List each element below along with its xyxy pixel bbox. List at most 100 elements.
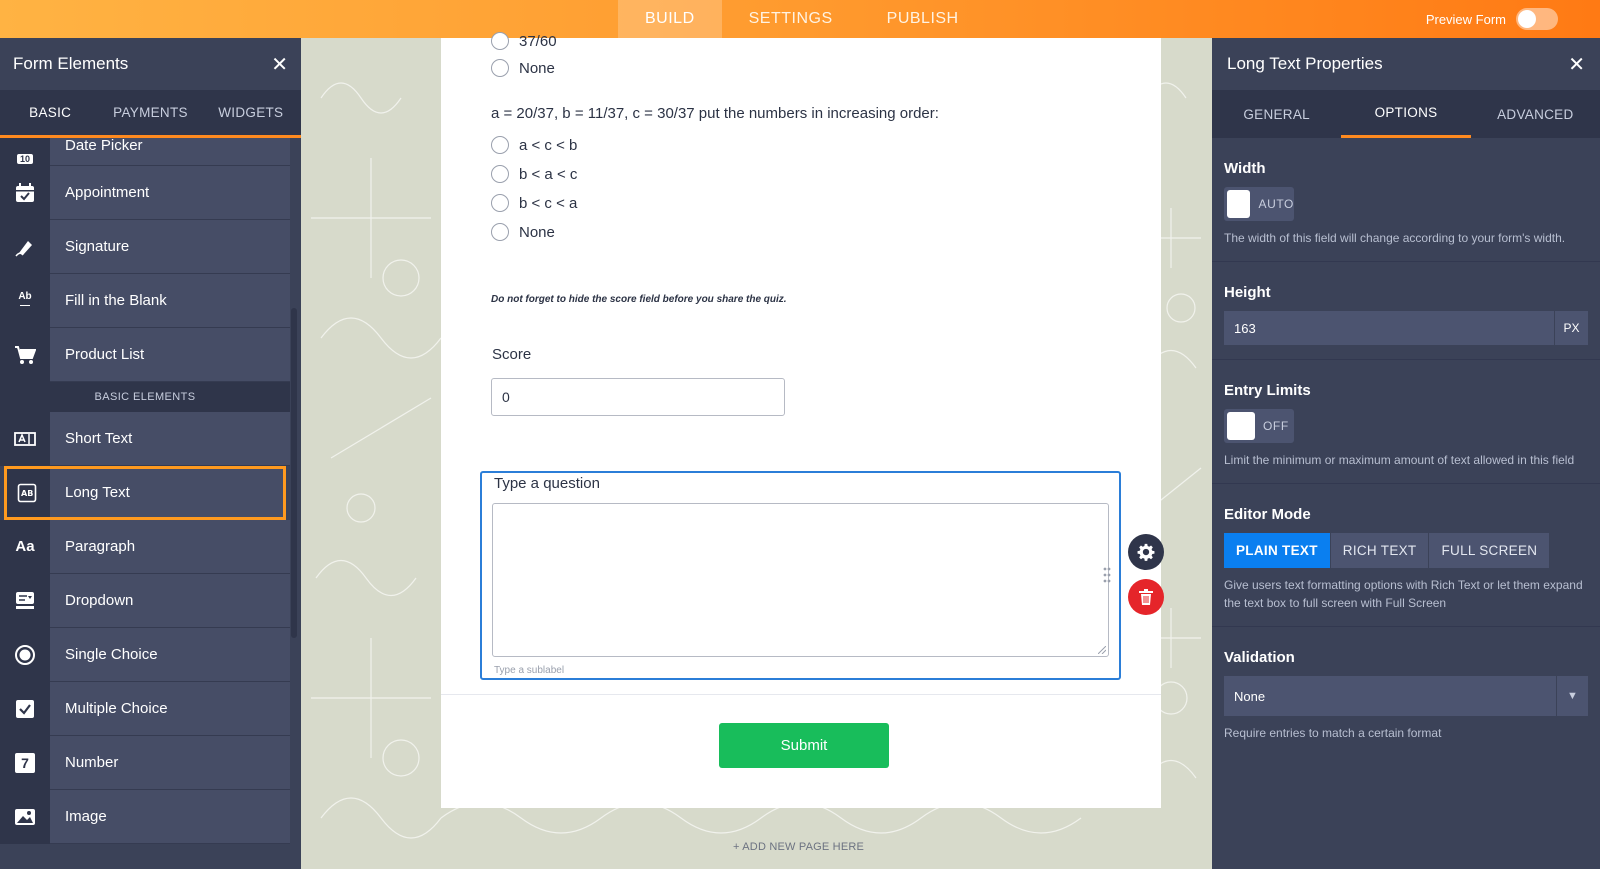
element-label: Image [65, 808, 107, 825]
element-number[interactable]: 7 Number [0, 735, 290, 790]
divider [441, 694, 1161, 695]
radio-button[interactable] [491, 194, 509, 212]
entry-limits-section: Entry Limits OFF Limit the minimum or ma… [1212, 360, 1600, 484]
form-elements-panel: Form Elements ✕ BASIC PAYMENTS WIDGETS 1… [0, 38, 301, 869]
element-signature[interactable]: Signature [0, 219, 290, 274]
tab-publish[interactable]: PUBLISH [860, 0, 986, 38]
image-icon [0, 789, 50, 844]
option-row[interactable]: 37/60 [491, 32, 557, 50]
element-appointment[interactable]: Appointment [0, 165, 290, 220]
panel-title: Form Elements [13, 54, 129, 73]
radio-button[interactable] [491, 165, 509, 183]
close-icon[interactable]: ✕ [1568, 52, 1585, 77]
single-choice-icon [0, 627, 50, 682]
submit-button[interactable]: Submit [719, 723, 889, 768]
short-text-icon [0, 411, 50, 466]
editor-mode-title: Editor Mode [1224, 506, 1311, 523]
delete-field-button[interactable] [1128, 579, 1164, 615]
option-label: b < a < c [519, 165, 578, 183]
element-label: Paragraph [65, 538, 136, 555]
editor-mode-rich-text[interactable]: RICH TEXT [1330, 533, 1430, 568]
element-paragraph[interactable]: Aa Paragraph [0, 519, 290, 574]
element-list-scrollbar[interactable] [291, 308, 297, 638]
multiple-choice-icon [0, 681, 50, 736]
number-icon: 7 [0, 735, 50, 790]
calendar-icon-glyph: 10 [16, 153, 33, 164]
validation-value: None [1224, 676, 1556, 716]
long-text-textarea[interactable] [492, 503, 1109, 657]
element-label: Multiple Choice [65, 700, 168, 717]
properties-tabs: GENERAL OPTIONS ADVANCED [1212, 90, 1600, 138]
option-label: b < c < a [519, 194, 578, 212]
height-section: Height 163 PX [1212, 262, 1600, 360]
add-new-page-link[interactable]: + ADD NEW PAGE HERE [733, 841, 864, 853]
element-product-list[interactable]: Product List [0, 327, 290, 382]
tab-options[interactable]: OPTIONS [1341, 90, 1471, 138]
validation-select[interactable]: None ▼ [1224, 676, 1588, 716]
element-label: Number [65, 754, 119, 771]
tab-build[interactable]: BUILD [618, 0, 722, 38]
resize-handle-icon[interactable] [1098, 646, 1106, 654]
tab-widgets[interactable]: WIDGETS [201, 90, 301, 135]
tab-payments[interactable]: PAYMENTS [100, 90, 200, 135]
option-row[interactable]: None [491, 59, 555, 77]
element-label: Short Text [65, 430, 133, 447]
element-label: Product List [65, 346, 145, 363]
long-text-question-label[interactable]: Type a question [494, 475, 600, 492]
editor-mode-options: PLAIN TEXT RICH TEXT FULL SCREEN [1224, 533, 1588, 568]
element-dropdown[interactable]: Dropdown [0, 573, 290, 628]
long-text-sublabel[interactable]: Type a sublabel [494, 665, 564, 676]
option-label: None [519, 59, 555, 77]
element-label: Dropdown [65, 592, 134, 609]
radio-button[interactable] [491, 223, 509, 241]
editor-mode-plain-text[interactable]: PLAIN TEXT [1224, 533, 1331, 568]
entry-limits-description: Limit the minimum or maximum amount of t… [1224, 453, 1575, 467]
element-tabs: BASIC PAYMENTS WIDGETS [0, 90, 301, 138]
tab-general[interactable]: GENERAL [1212, 90, 1341, 138]
gear-icon [1137, 543, 1155, 561]
radio-button[interactable] [491, 136, 509, 154]
element-date-picker[interactable]: 10 Date Picker [0, 138, 290, 166]
form-elements-header: Form Elements ✕ [0, 38, 301, 90]
score-input[interactable]: 0 [491, 378, 785, 416]
cart-icon [0, 327, 50, 382]
main-tabs: BUILD SETTINGS PUBLISH [618, 0, 986, 38]
toggle-label: AUTO [1258, 197, 1294, 211]
validation-section: Validation None ▼ Require entries to mat… [1212, 627, 1600, 756]
entry-limits-toggle[interactable]: OFF [1224, 409, 1294, 443]
close-icon[interactable]: ✕ [271, 52, 288, 77]
editor-mode-description: Give users text formatting options with … [1224, 578, 1583, 610]
element-fill-in-the-blank[interactable]: Ab — Fill in the Blank [0, 273, 290, 328]
tab-advanced[interactable]: ADVANCED [1471, 90, 1600, 138]
element-multiple-choice[interactable]: Multiple Choice [0, 681, 290, 736]
option-row[interactable]: a < c < b [491, 136, 577, 154]
height-input-group: 163 PX [1224, 311, 1588, 345]
element-label: Appointment [65, 184, 150, 201]
height-input[interactable]: 163 [1224, 311, 1554, 345]
editor-mode-full-screen[interactable]: FULL SCREEN [1429, 533, 1551, 568]
element-label: Signature [65, 238, 130, 255]
quiz-note: Do not forget to hide the score field be… [491, 294, 787, 305]
element-label: Single Choice [65, 646, 158, 663]
tab-settings[interactable]: SETTINGS [722, 0, 860, 38]
properties-panel: Long Text Properties ✕ GENERAL OPTIONS A… [1212, 38, 1600, 869]
appointment-icon [0, 165, 50, 220]
radio-button[interactable] [491, 59, 509, 77]
radio-button[interactable] [491, 32, 509, 50]
preview-form-toggle[interactable] [1516, 8, 1558, 30]
long-text-field[interactable]: Type a question Type a sublabel [480, 471, 1121, 680]
field-settings-button[interactable] [1128, 534, 1164, 570]
element-image[interactable]: Image [0, 789, 290, 844]
width-auto-toggle[interactable]: AUTO [1224, 187, 1294, 221]
element-short-text[interactable]: Short Text [0, 411, 290, 466]
drag-handle-icon[interactable] [1103, 567, 1111, 583]
option-row[interactable]: b < a < c [491, 165, 577, 183]
tab-basic[interactable]: BASIC [0, 90, 100, 135]
element-single-choice[interactable]: Single Choice [0, 627, 290, 682]
option-row[interactable]: None [491, 223, 555, 241]
element-long-text[interactable]: AB Long Text [4, 465, 286, 520]
option-row[interactable]: b < c < a [491, 194, 577, 212]
calendar-icon: 10 [0, 138, 50, 166]
toggle-knob [1227, 412, 1255, 440]
element-list: 10 Date Picker Appointment Signature Ab —… [0, 138, 290, 869]
